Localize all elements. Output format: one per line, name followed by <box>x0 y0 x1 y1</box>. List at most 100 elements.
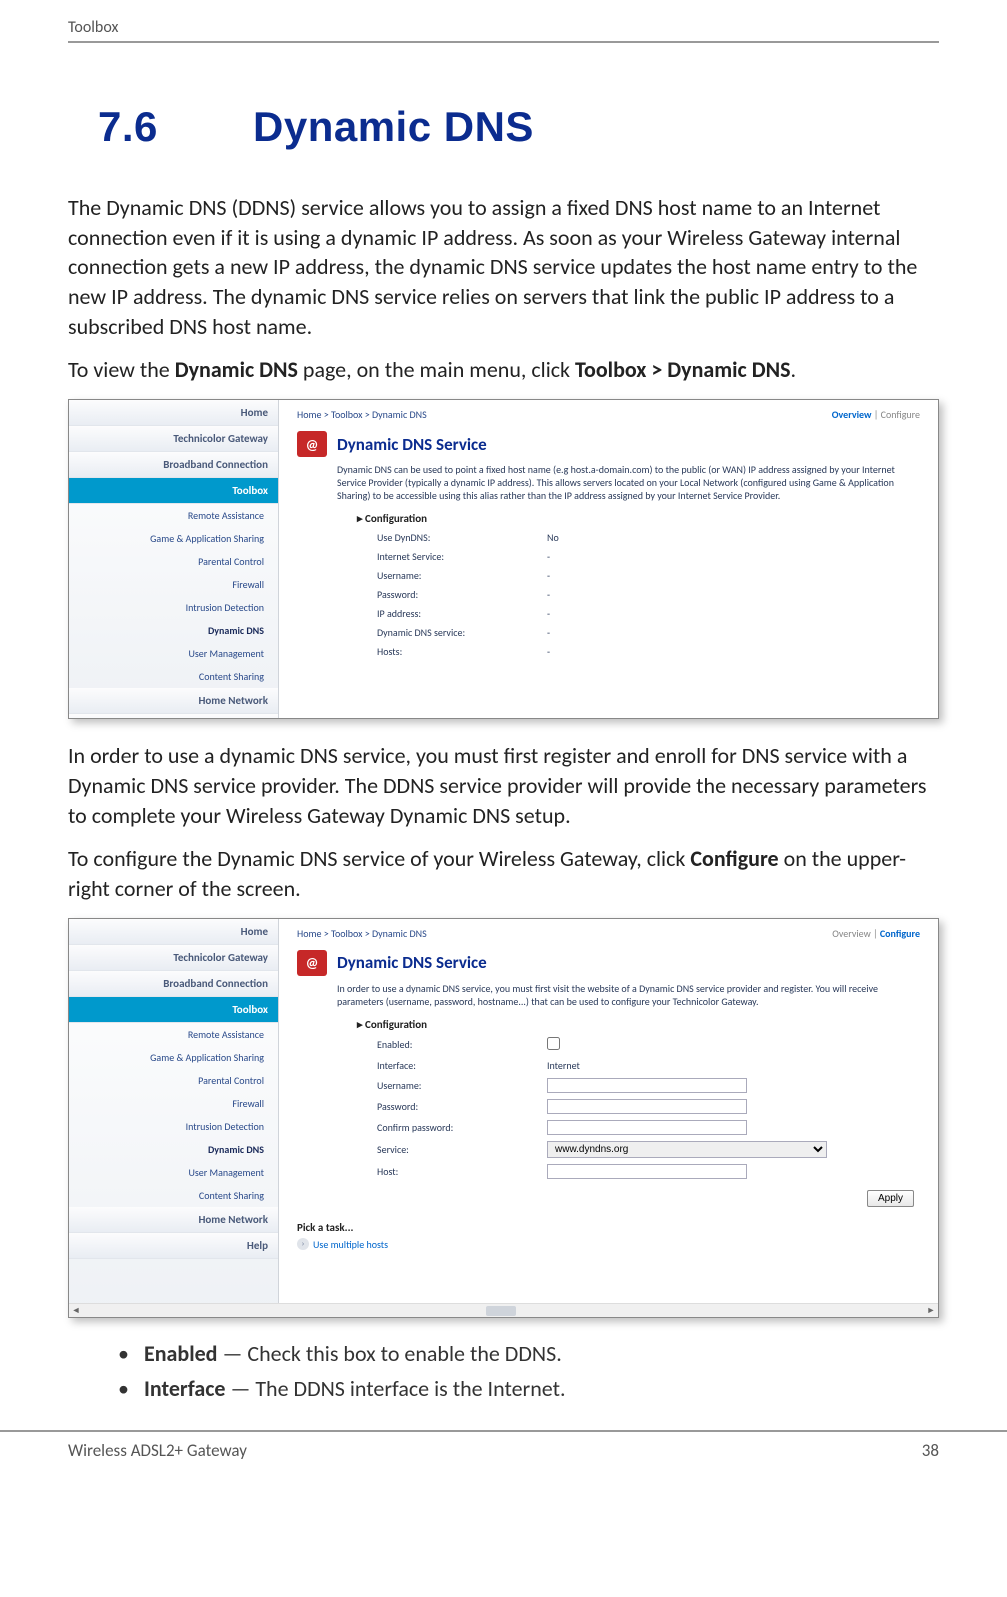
configure-instruction: To configure the Dynamic DNS service of … <box>68 844 939 903</box>
row-label: Password: <box>377 1100 547 1113</box>
sidebar-sub-game[interactable]: Game & Application Sharing <box>69 527 278 550</box>
sidebar-item-help[interactable]: Help <box>69 714 278 719</box>
sidebar-item-homenet[interactable]: Home Network <box>69 1207 278 1233</box>
config-form: Enabled: Interface:Internet Username: Pa… <box>377 1037 920 1179</box>
sidebar-item-toolbox[interactable]: Toolbox <box>69 478 278 504</box>
screenshot-overview: Home Technicolor Gateway Broadband Conne… <box>68 399 939 719</box>
panel-description: In order to use a dynamic DNS service, y… <box>337 982 920 1008</box>
sidebar-sub-parental[interactable]: Parental Control <box>69 1069 278 1092</box>
panel-title: Dynamic DNS Service <box>337 434 487 455</box>
field-descriptions: Enabled — Check this box to enable the D… <box>144 1340 939 1402</box>
section-number: 7.6 <box>98 103 253 151</box>
panel-title: Dynamic DNS Service <box>337 952 487 973</box>
sidebar-sub-remote[interactable]: Remote Assistance <box>69 1023 278 1046</box>
section-title: Dynamic DNS <box>253 103 534 150</box>
row-value: - <box>547 607 920 620</box>
screenshot-content: Home > Toolbox > Dynamic DNS Overview | … <box>279 400 938 718</box>
scroll-left-icon[interactable]: ◄ <box>69 1303 83 1317</box>
screenshot-sidebar: Home Technicolor Gateway Broadband Conne… <box>69 919 279 1317</box>
sidebar-sub-content[interactable]: Content Sharing <box>69 1184 278 1207</box>
row-label: Internet Service: <box>377 550 547 563</box>
row-label: Enabled: <box>377 1038 547 1051</box>
row-label: Username: <box>377 569 547 582</box>
row-label: IP address: <box>377 607 547 620</box>
row-value: - <box>547 588 920 601</box>
page-footer: Wireless ADSL2+ Gateway 38 <box>0 1430 1007 1479</box>
view-toggle: Overview | Configure <box>832 927 920 940</box>
password-input[interactable] <box>547 1099 747 1114</box>
page-number: 38 <box>922 1440 939 1461</box>
breadcrumb[interactable]: Home > Toolbox > Dynamic DNS <box>297 408 427 421</box>
screenshot-sidebar: Home Technicolor Gateway Broadband Conne… <box>69 400 279 718</box>
row-label: Username: <box>377 1079 547 1092</box>
service-select[interactable]: www.dyndns.org <box>547 1141 827 1158</box>
row-label: Use DynDNS: <box>377 531 547 544</box>
row-value: - <box>547 626 920 639</box>
register-paragraph: In order to use a dynamic DNS service, y… <box>68 741 939 830</box>
row-value: - <box>547 550 920 563</box>
section-heading: 7.6Dynamic DNS <box>98 103 939 151</box>
row-label: Password: <box>377 588 547 601</box>
bullet-enabled: Enabled — Check this box to enable the D… <box>144 1340 939 1367</box>
scroll-thumb[interactable] <box>486 1306 516 1316</box>
use-multiple-hosts-link[interactable]: ›Use multiple hosts <box>297 1238 920 1251</box>
row-label: Confirm password: <box>377 1121 547 1134</box>
sidebar-item-home[interactable]: Home <box>69 919 278 945</box>
configure-link[interactable]: Configure <box>881 408 920 421</box>
pick-task-heading: Pick a task... <box>297 1221 920 1234</box>
sidebar-item-help[interactable]: Help <box>69 1233 278 1259</box>
sidebar-item-broadband[interactable]: Broadband Connection <box>69 971 278 997</box>
footer-title: Wireless ADSL2+ Gateway <box>68 1440 247 1461</box>
screenshot-configure: Home Technicolor Gateway Broadband Conne… <box>68 918 939 1318</box>
view-toggle: Overview | Configure <box>832 408 920 421</box>
row-label: Host: <box>377 1165 547 1178</box>
sidebar-sub-parental[interactable]: Parental Control <box>69 550 278 573</box>
overview-link[interactable]: Overview <box>832 927 870 940</box>
sidebar-item-toolbox[interactable]: Toolbox <box>69 997 278 1023</box>
config-heading: Configuration <box>357 1018 920 1031</box>
apply-button[interactable]: Apply <box>867 1190 914 1207</box>
sidebar-sub-firewall[interactable]: Firewall <box>69 1092 278 1115</box>
intro-paragraph: The Dynamic DNS (DDNS) service allows yo… <box>68 193 939 341</box>
confirm-password-input[interactable] <box>547 1120 747 1135</box>
config-heading: Configuration <box>357 512 920 525</box>
sidebar-item-broadband[interactable]: Broadband Connection <box>69 452 278 478</box>
ddns-icon: @ <box>297 950 327 976</box>
scrollbar[interactable]: ◄ ► <box>69 1303 938 1317</box>
ddns-icon: @ <box>297 431 327 457</box>
arrow-icon: › <box>297 1238 309 1250</box>
row-label: Service: <box>377 1143 547 1156</box>
config-table: Use DynDNS:No Internet Service:- Usernam… <box>377 531 920 658</box>
sidebar-sub-remote[interactable]: Remote Assistance <box>69 504 278 527</box>
sidebar-sub-intrusion[interactable]: Intrusion Detection <box>69 1115 278 1138</box>
row-label: Hosts: <box>377 645 547 658</box>
interface-value: Internet <box>547 1059 920 1072</box>
sidebar-item-homenet[interactable]: Home Network <box>69 688 278 714</box>
sidebar-sub-ddns[interactable]: Dynamic DNS <box>69 1138 278 1161</box>
enabled-checkbox[interactable] <box>547 1037 560 1050</box>
sidebar-sub-ddns[interactable]: Dynamic DNS <box>69 619 278 642</box>
sidebar-sub-content[interactable]: Content Sharing <box>69 665 278 688</box>
row-label: Dynamic DNS service: <box>377 626 547 639</box>
sidebar-item-gateway[interactable]: Technicolor Gateway <box>69 945 278 971</box>
sidebar-sub-game[interactable]: Game & Application Sharing <box>69 1046 278 1069</box>
sidebar-sub-usermgmt[interactable]: User Management <box>69 642 278 665</box>
row-value: No <box>547 531 920 544</box>
page-header: Toolbox <box>68 18 939 43</box>
panel-description: Dynamic DNS can be used to point a fixed… <box>337 463 920 502</box>
scroll-right-icon[interactable]: ► <box>924 1303 938 1317</box>
breadcrumb[interactable]: Home > Toolbox > Dynamic DNS <box>297 927 427 940</box>
row-value: - <box>547 569 920 582</box>
host-input[interactable] <box>547 1164 747 1179</box>
sidebar-sub-intrusion[interactable]: Intrusion Detection <box>69 596 278 619</box>
row-value: - <box>547 645 920 658</box>
configure-link[interactable]: Configure <box>880 927 920 940</box>
sidebar-sub-usermgmt[interactable]: User Management <box>69 1161 278 1184</box>
sidebar-item-home[interactable]: Home <box>69 400 278 426</box>
sidebar-item-gateway[interactable]: Technicolor Gateway <box>69 426 278 452</box>
sidebar-sub-firewall[interactable]: Firewall <box>69 573 278 596</box>
view-instruction: To view the Dynamic DNS page, on the mai… <box>68 355 939 385</box>
overview-link[interactable]: Overview <box>832 408 872 421</box>
row-label: Interface: <box>377 1059 547 1072</box>
username-input[interactable] <box>547 1078 747 1093</box>
